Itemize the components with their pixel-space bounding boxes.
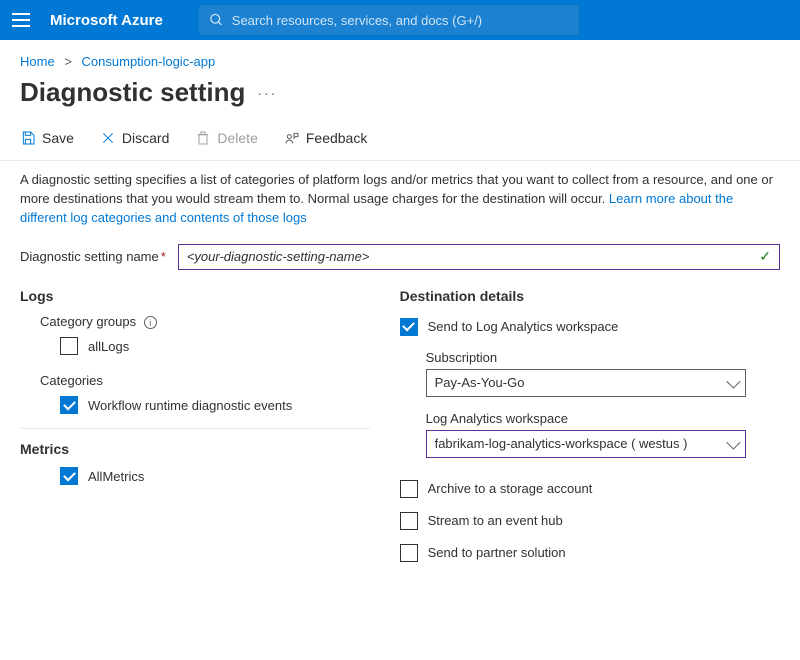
discard-label: Discard xyxy=(122,130,169,146)
subscription-dropdown[interactable]: Pay-As-You-Go xyxy=(426,369,746,397)
partner-solution-label: Send to partner solution xyxy=(428,545,566,560)
setting-name-label: Diagnostic setting name* xyxy=(20,249,166,264)
alllogs-row: allLogs xyxy=(60,337,370,355)
delete-icon xyxy=(195,130,211,146)
categories-label: Categories xyxy=(40,373,370,388)
workspace-label: Log Analytics workspace xyxy=(426,411,780,426)
hamburger-menu-button[interactable] xyxy=(12,10,32,30)
delete-button: Delete xyxy=(191,126,261,150)
save-label: Save xyxy=(42,130,74,146)
logs-metrics-column: Logs Category groups i allLogs Categorie… xyxy=(20,288,370,576)
chevron-down-icon xyxy=(726,374,740,388)
brand-label: Microsoft Azure xyxy=(50,12,163,29)
description-text: A diagnostic setting specifies a list of… xyxy=(0,161,800,236)
workflow-runtime-label: Workflow runtime diagnostic events xyxy=(88,398,292,413)
archive-storage-checkbox[interactable] xyxy=(400,480,418,498)
subscription-label: Subscription xyxy=(426,350,780,365)
setting-name-row: Diagnostic setting name* ✓ xyxy=(0,236,800,282)
stream-eventhub-label: Stream to an event hub xyxy=(428,513,563,528)
breadcrumb-separator: > xyxy=(64,54,72,69)
command-toolbar: Save Discard Delete Feedback xyxy=(0,122,800,161)
archive-storage-label: Archive to a storage account xyxy=(428,481,593,496)
allmetrics-row: AllMetrics xyxy=(60,467,370,485)
metrics-heading: Metrics xyxy=(20,441,370,457)
partner-solution-checkbox[interactable] xyxy=(400,544,418,562)
alllogs-label: allLogs xyxy=(88,339,129,354)
stream-eventhub-row: Stream to an event hub xyxy=(400,512,780,530)
info-icon[interactable]: i xyxy=(144,316,157,329)
global-search-box[interactable] xyxy=(199,5,579,35)
search-icon xyxy=(209,12,224,28)
send-log-analytics-checkbox[interactable] xyxy=(400,318,418,336)
stream-eventhub-checkbox[interactable] xyxy=(400,512,418,530)
log-analytics-config: Subscription Pay-As-You-Go Log Analytics… xyxy=(426,350,780,458)
delete-label: Delete xyxy=(217,130,257,146)
discard-icon xyxy=(100,130,116,146)
main-columns: Logs Category groups i allLogs Categorie… xyxy=(0,282,800,582)
breadcrumb-home[interactable]: Home xyxy=(20,54,55,69)
logs-heading: Logs xyxy=(20,288,370,304)
destination-column: Destination details Send to Log Analytic… xyxy=(400,288,780,576)
archive-storage-row: Archive to a storage account xyxy=(400,480,780,498)
page-title-row: Diagnostic setting ··· xyxy=(0,73,800,122)
setting-name-input-wrap[interactable]: ✓ xyxy=(178,244,780,270)
discard-button[interactable]: Discard xyxy=(96,126,173,150)
destination-heading: Destination details xyxy=(400,288,780,304)
partner-solution-row: Send to partner solution xyxy=(400,544,780,562)
search-input[interactable] xyxy=(232,13,569,28)
allmetrics-label: AllMetrics xyxy=(88,469,144,484)
workspace-value: fabrikam-log-analytics-workspace ( westu… xyxy=(435,436,688,451)
page-title: Diagnostic setting xyxy=(20,77,245,108)
chevron-down-icon xyxy=(726,435,740,449)
divider xyxy=(20,428,370,429)
feedback-button[interactable]: Feedback xyxy=(280,126,371,150)
send-log-analytics-label: Send to Log Analytics workspace xyxy=(428,319,619,334)
workspace-dropdown[interactable]: fabrikam-log-analytics-workspace ( westu… xyxy=(426,430,746,458)
save-button[interactable]: Save xyxy=(16,126,78,150)
breadcrumb-resource[interactable]: Consumption-logic-app xyxy=(82,54,216,69)
workflow-runtime-row: Workflow runtime diagnostic events xyxy=(60,396,370,414)
top-header-bar: Microsoft Azure xyxy=(0,0,800,40)
feedback-label: Feedback xyxy=(306,130,367,146)
feedback-icon xyxy=(284,130,300,146)
category-groups-label: Category groups i xyxy=(40,314,370,330)
breadcrumb: Home > Consumption-logic-app xyxy=(0,40,800,73)
validation-check-icon: ✓ xyxy=(759,248,771,265)
workflow-runtime-checkbox[interactable] xyxy=(60,396,78,414)
allmetrics-checkbox[interactable] xyxy=(60,467,78,485)
more-actions-button[interactable]: ··· xyxy=(257,85,277,101)
send-log-analytics-row: Send to Log Analytics workspace xyxy=(400,318,780,336)
subscription-value: Pay-As-You-Go xyxy=(435,375,525,390)
save-icon xyxy=(20,130,36,146)
setting-name-input[interactable] xyxy=(187,249,753,264)
alllogs-checkbox[interactable] xyxy=(60,337,78,355)
